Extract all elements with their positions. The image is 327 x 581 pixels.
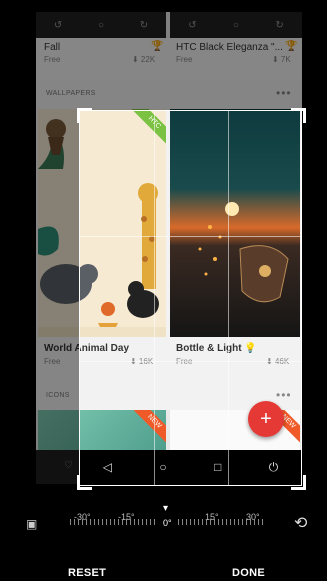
rotation-ticks-left[interactable] <box>70 519 158 525</box>
angle-current: 0° <box>163 518 172 528</box>
crop-dim-top <box>79 12 302 110</box>
crop-handle-top-left[interactable] <box>77 108 92 123</box>
crop-frame[interactable] <box>79 110 302 486</box>
crop-handle-bottom-right[interactable] <box>291 475 306 490</box>
crop-handle-bottom-left[interactable] <box>77 475 92 490</box>
crop-grid-line <box>228 111 229 485</box>
rotate-icon[interactable]: ⟲ <box>294 513 307 533</box>
nav-bar-left: ♡ <box>36 450 79 484</box>
rotation-ticks-right[interactable] <box>178 519 266 525</box>
done-button[interactable]: DONE <box>232 567 265 579</box>
crop-grid-line <box>154 111 155 485</box>
reset-button[interactable]: RESET <box>68 567 106 579</box>
crop-dim-left <box>36 12 79 450</box>
heart-icon: ♡ <box>64 460 73 471</box>
crop-grid-line <box>80 236 301 237</box>
angle-pointer-icon: ▾ <box>163 503 169 514</box>
crop-grid-line <box>80 361 301 362</box>
aspect-ratio-icon[interactable]: ▣ <box>26 517 37 531</box>
crop-handle-top-right[interactable] <box>291 108 306 123</box>
